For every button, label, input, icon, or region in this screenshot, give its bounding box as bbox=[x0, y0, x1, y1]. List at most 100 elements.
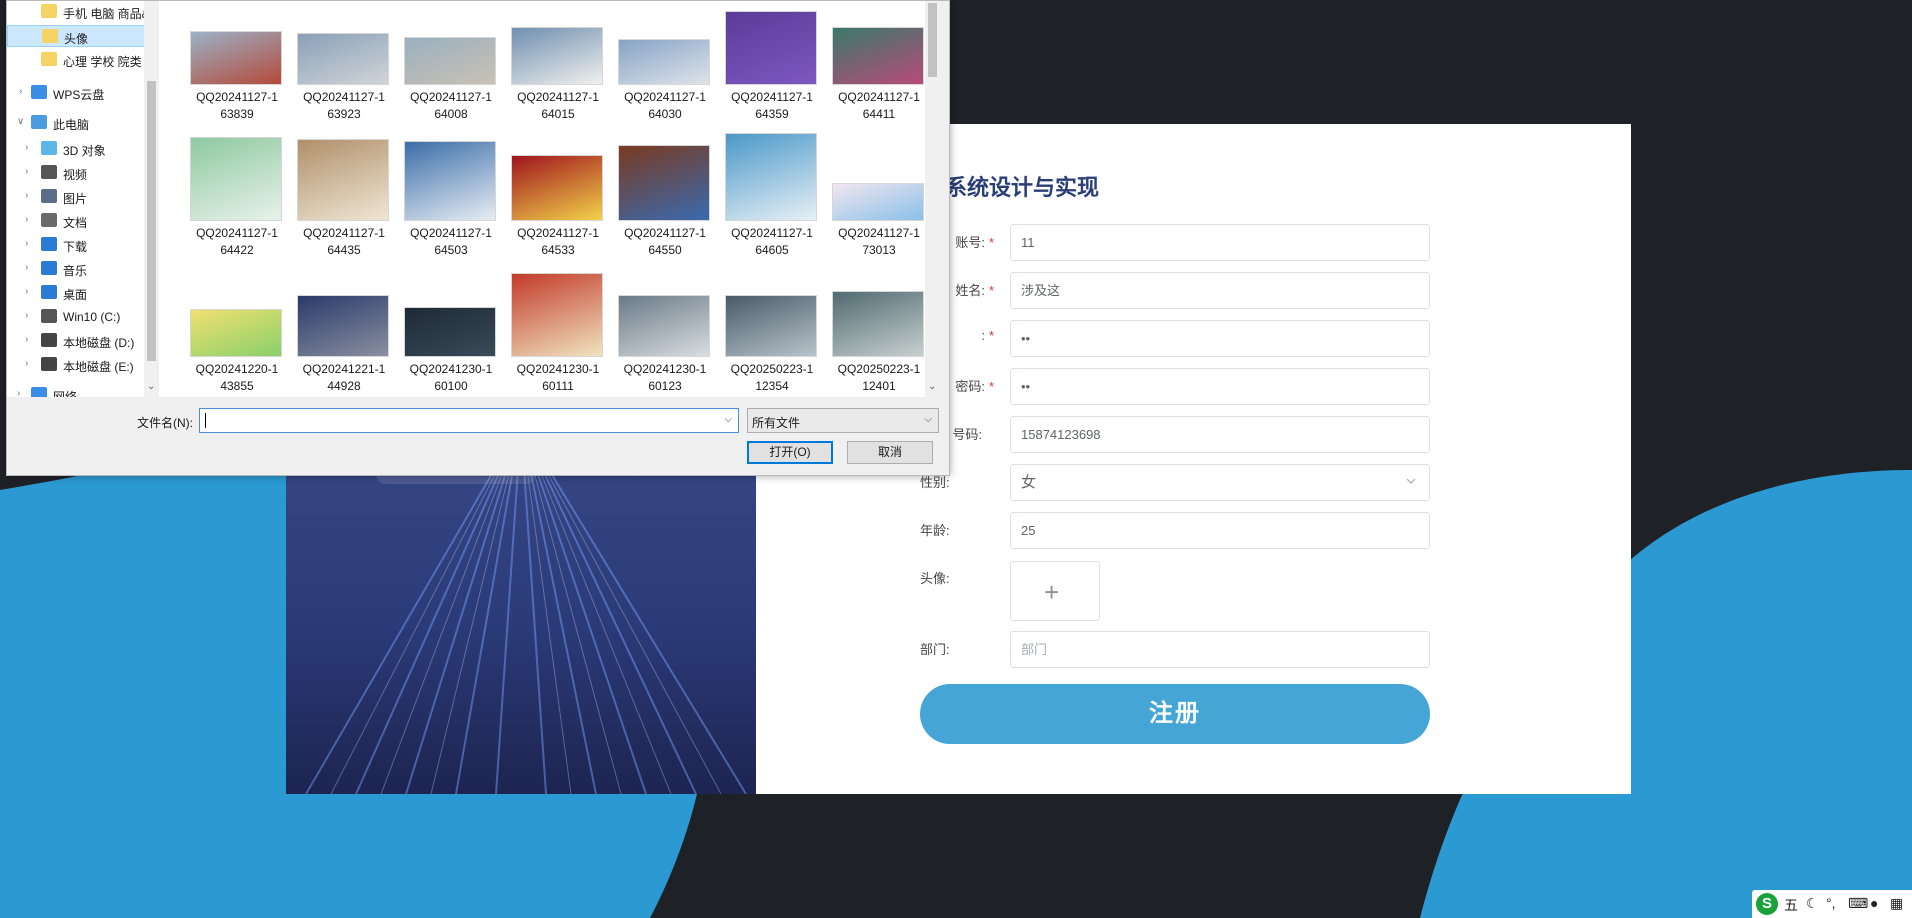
file-thumbnail bbox=[511, 273, 603, 357]
file-item[interactable]: QQ20241230-1 60111 bbox=[504, 273, 604, 397]
file-item[interactable]: QQ20241127-1 63923 bbox=[290, 9, 390, 141]
chevron-down-icon[interactable]: ⌄ bbox=[147, 381, 155, 392]
file-item[interactable]: QQ20241220-1 43855 bbox=[183, 281, 283, 397]
file-name-line2: 64411 bbox=[862, 107, 896, 121]
file-name-line1: QQ20241127-1 bbox=[838, 226, 920, 240]
nav-item[interactable]: › 音乐 bbox=[7, 258, 152, 280]
nav-item[interactable]: ∨ 此电脑 bbox=[7, 112, 152, 134]
file-name-line1: QQ20241127-1 bbox=[410, 90, 492, 104]
file-name-line2: 64503 bbox=[434, 243, 468, 257]
apps-grid-icon[interactable]: ▦ bbox=[1890, 895, 1903, 912]
expand-right-icon[interactable]: › bbox=[25, 358, 35, 369]
avatar-row: 头像: bbox=[914, 560, 1434, 598]
file-thumbnail bbox=[511, 27, 603, 85]
expand-right-icon[interactable]: › bbox=[25, 310, 35, 321]
nav-item[interactable]: › 本地磁盘 (E:) bbox=[7, 354, 152, 376]
file-item[interactable]: QQ20241127-1 64503 bbox=[397, 141, 497, 277]
department-input[interactable]: 部门 bbox=[1010, 631, 1430, 668]
nav-item[interactable]: › Win10 (C:) bbox=[7, 306, 152, 328]
file-thumbnail bbox=[832, 183, 924, 221]
register-button[interactable]: 注册 bbox=[920, 684, 1430, 744]
chevron-down-icon[interactable]: ⌵ bbox=[724, 414, 732, 425]
file-item[interactable]: QQ20241230-1 60123 bbox=[611, 281, 711, 397]
file-item[interactable]: QQ20241127-1 64015 bbox=[504, 9, 604, 141]
file-name-line1: QQ20241221-1 bbox=[302, 362, 386, 376]
nav-item[interactable]: › 本地磁盘 (D:) bbox=[7, 330, 152, 352]
file-name-line1: QQ20250223-1 bbox=[730, 362, 814, 376]
nav-item[interactable]: 头像 bbox=[7, 25, 152, 47]
expand-right-icon[interactable]: › bbox=[25, 238, 35, 249]
file-item[interactable]: QQ20241230-1 60100 bbox=[397, 281, 497, 397]
file-item[interactable]: QQ20241127-1 64533 bbox=[504, 145, 604, 277]
nav-item-label: 此电脑 bbox=[53, 118, 90, 132]
expand-right-icon[interactable]: › bbox=[25, 166, 35, 177]
filename-label: 文件名(N): bbox=[137, 416, 193, 430]
expand-right-icon[interactable]: › bbox=[25, 214, 35, 225]
avatar-upload[interactable]: + bbox=[1010, 561, 1100, 621]
nav-item[interactable]: › 下载 bbox=[7, 234, 152, 256]
ime-mode[interactable]: 五 bbox=[1784, 895, 1798, 915]
file-item[interactable]: QQ20250223-1 12354 bbox=[718, 281, 818, 397]
sogou-ime-icon[interactable]: S bbox=[1756, 893, 1778, 915]
nav-item[interactable]: › 文档 bbox=[7, 210, 152, 232]
expand-right-icon[interactable]: › bbox=[25, 190, 35, 201]
folder-icon bbox=[41, 52, 57, 66]
nav-item[interactable]: › 图片 bbox=[7, 186, 152, 208]
open-button[interactable]: 打开(O) bbox=[747, 441, 833, 464]
nav-item[interactable]: › 网络 bbox=[7, 384, 152, 397]
file-name-line2: 60100 bbox=[434, 379, 468, 393]
password-input[interactable]: •• bbox=[1010, 320, 1430, 357]
nav-item[interactable]: › 视频 bbox=[7, 162, 152, 184]
confirm-password-input[interactable]: •• bbox=[1010, 368, 1430, 405]
expand-right-icon[interactable]: › bbox=[17, 388, 27, 397]
expand-down-icon[interactable]: ∨ bbox=[17, 116, 27, 127]
file-item[interactable]: QQ20241127-1 73013 bbox=[825, 145, 925, 277]
user-icon[interactable]: ● bbox=[1870, 895, 1878, 911]
file-name-line2: 73013 bbox=[862, 243, 896, 257]
avatar-label: 头像: bbox=[920, 571, 950, 586]
nav-item[interactable]: › 桌面 bbox=[7, 282, 152, 304]
nav-item-label: Win10 (C:) bbox=[63, 310, 121, 324]
gender-row: 性别: 女 bbox=[914, 464, 1434, 502]
gender-select[interactable]: 女 bbox=[1010, 464, 1430, 501]
file-item[interactable]: QQ20241127-1 64550 bbox=[611, 145, 711, 277]
files-scrollbar[interactable]: ⌄ bbox=[925, 1, 940, 397]
filename-input[interactable]: ⌵ bbox=[199, 408, 739, 433]
nav-item-label: 本地磁盘 (E:) bbox=[63, 360, 134, 374]
nav-scroll-thumb[interactable] bbox=[147, 81, 156, 361]
file-item[interactable]: QQ20241127-1 64422 bbox=[183, 137, 283, 277]
keyboard-icon[interactable]: ⌨ bbox=[1848, 895, 1868, 912]
nav-scrollbar[interactable]: ⌄ bbox=[144, 1, 159, 397]
expand-right-icon[interactable]: › bbox=[25, 262, 35, 273]
file-item[interactable]: QQ20241221-1 44928 bbox=[290, 281, 390, 397]
file-item[interactable]: QQ20241127-1 64030 bbox=[611, 9, 711, 141]
file-item[interactable]: QQ20241127-1 64008 bbox=[397, 9, 497, 141]
age-row: 年龄: 25 bbox=[914, 512, 1434, 550]
punctuation-icon[interactable]: °, bbox=[1826, 895, 1836, 911]
nav-item[interactable]: 手机 电脑 商品& bbox=[7, 1, 152, 23]
file-item[interactable]: QQ20241127-1 64359 bbox=[718, 9, 818, 141]
moon-icon[interactable]: ☾ bbox=[1806, 895, 1819, 912]
expand-right-icon[interactable]: › bbox=[19, 86, 29, 97]
name-input[interactable]: 涉及这 bbox=[1010, 272, 1430, 309]
file-thumbnail bbox=[725, 295, 817, 357]
file-name-line1: QQ20241220-1 bbox=[195, 362, 279, 376]
expand-right-icon[interactable]: › bbox=[25, 142, 35, 153]
filetype-select[interactable]: 所有文件 ⌵ bbox=[747, 408, 939, 433]
cancel-button[interactable]: 取消 bbox=[847, 441, 933, 464]
file-item[interactable]: QQ20241127-1 64411 bbox=[825, 9, 925, 141]
account-input[interactable]: 11 bbox=[1010, 224, 1430, 261]
file-thumbnail bbox=[832, 27, 924, 85]
age-input[interactable]: 25 bbox=[1010, 512, 1430, 549]
file-item[interactable]: QQ20241127-1 64435 bbox=[290, 139, 390, 277]
file-item[interactable]: QQ20241127-1 64605 bbox=[718, 133, 818, 277]
nav-item[interactable]: › 3D 对象 bbox=[7, 138, 152, 160]
expand-right-icon[interactable]: › bbox=[25, 334, 35, 345]
nav-item[interactable]: 心理 学校 院类 bbox=[7, 49, 152, 71]
file-item[interactable]: QQ20250223-1 12401 bbox=[825, 281, 925, 397]
nav-item[interactable]: › WPS云盘 bbox=[7, 82, 152, 104]
file-item[interactable]: QQ20241127-1 63839 bbox=[183, 9, 283, 141]
phone-input[interactable]: 15874123698 bbox=[1010, 416, 1430, 453]
expand-right-icon[interactable]: › bbox=[25, 286, 35, 297]
files-scroll-thumb[interactable] bbox=[928, 3, 937, 77]
